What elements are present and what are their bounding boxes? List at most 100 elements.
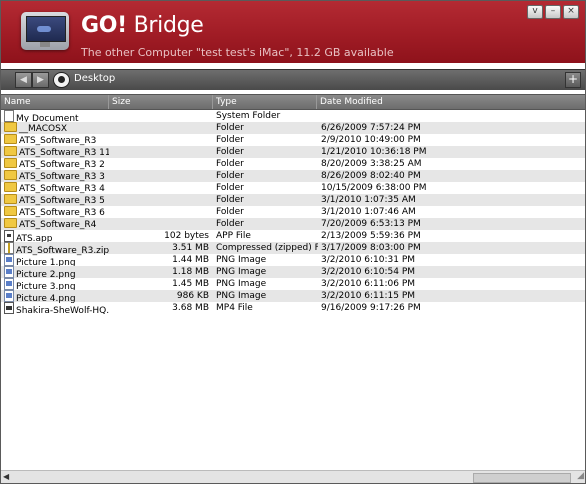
file-type: Folder bbox=[216, 207, 244, 217]
file-date: 3/2/2010 6:10:54 PM bbox=[321, 267, 416, 277]
go-bridge-window: GO! Bridge The other Computer "test test… bbox=[0, 0, 586, 484]
file-date: 3/2/2010 6:11:15 PM bbox=[321, 291, 416, 301]
file-date: 2/13/2009 5:59:36 PM bbox=[321, 231, 421, 241]
file-date: 1/21/2010 10:36:18 PM bbox=[321, 147, 427, 157]
file-row[interactable]: ATS_Software_R3 6 Folder 3/1/2010 1:07:46 … bbox=[1, 206, 585, 218]
file-type: MP4 File bbox=[216, 303, 253, 313]
file-name: Shakira-SheWolf-HQ.r bbox=[4, 302, 109, 317]
folder-icon bbox=[4, 218, 17, 228]
file-size: 1.18 MB bbox=[172, 267, 209, 277]
file-type: Folder bbox=[216, 147, 244, 157]
back-button[interactable]: ◀ bbox=[15, 72, 32, 88]
file-date: 2/9/2010 10:49:00 PM bbox=[321, 135, 421, 145]
file-type: PNG Image bbox=[216, 255, 267, 265]
file-row[interactable]: ATS_Software_R3.zip 3.51 MB Compressed (zi… bbox=[1, 242, 585, 256]
file-type: PNG Image bbox=[216, 279, 267, 289]
minimize-button[interactable]: – bbox=[545, 5, 561, 19]
add-button[interactable]: + bbox=[565, 72, 581, 88]
image-icon bbox=[4, 290, 14, 302]
column-type[interactable]: Type bbox=[213, 95, 317, 109]
file-row[interactable]: ATS_Software_R3 3 Folder 8/26/2009 8:02:40… bbox=[1, 170, 585, 182]
forward-button[interactable]: ▶ bbox=[32, 72, 49, 88]
image-icon bbox=[4, 254, 14, 266]
folder-icon bbox=[4, 122, 17, 132]
file-row[interactable]: ATS_Software_R3 2 Folder 8/20/2009 3:38:25… bbox=[1, 158, 585, 170]
app-icon bbox=[4, 230, 14, 242]
column-name[interactable]: Name bbox=[1, 95, 109, 109]
file-date: 3/17/2009 8:03:00 PM bbox=[321, 243, 421, 253]
file-row[interactable]: __MACOSX Folder 6/26/2009 7:57:24 PM bbox=[1, 122, 585, 134]
file-type: Folder bbox=[216, 183, 244, 193]
window-controls: v – × bbox=[527, 5, 579, 19]
folder-icon bbox=[4, 182, 17, 192]
file-size: 102 bytes bbox=[164, 231, 209, 241]
computer-icon bbox=[21, 12, 69, 50]
file-type: PNG Image bbox=[216, 291, 267, 301]
file-date: 9/16/2009 9:17:26 PM bbox=[321, 303, 421, 313]
path-location: Desktop bbox=[74, 73, 116, 84]
view-icon[interactable] bbox=[53, 72, 70, 88]
scroll-thumb[interactable] bbox=[473, 473, 571, 483]
horizontal-scrollbar[interactable]: ◀ ◢ bbox=[1, 470, 585, 483]
file-type: Folder bbox=[216, 171, 244, 181]
file-date: 3/1/2010 1:07:46 AM bbox=[321, 207, 416, 217]
column-header: Name Size Type Date Modified bbox=[1, 94, 585, 110]
file-row[interactable]: ATS_Software_R3 11 Folder 1/21/2010 10:36:… bbox=[1, 146, 585, 158]
file-row[interactable]: ATS_Software_R3 5 Folder 3/1/2010 1:07:35 … bbox=[1, 194, 585, 206]
file-date: 6/26/2009 7:57:24 PM bbox=[321, 123, 421, 133]
file-type: Folder bbox=[216, 195, 244, 205]
file-type: Folder bbox=[216, 123, 244, 133]
file-row[interactable]: Shakira-SheWolf-HQ.r 3.68 MB MP4 File 9/16/… bbox=[1, 302, 585, 317]
file-type: Folder bbox=[216, 219, 244, 229]
file-size: 3.51 MB bbox=[172, 243, 209, 253]
image-icon bbox=[4, 278, 14, 290]
file-type: Folder bbox=[216, 135, 244, 145]
close-button[interactable]: × bbox=[563, 5, 579, 19]
file-size: 1.44 MB bbox=[172, 255, 209, 265]
resize-grip-icon[interactable]: ◢ bbox=[577, 471, 584, 481]
file-size: 986 KB bbox=[176, 291, 209, 301]
toolbar: ◀ ▶ Desktop + bbox=[1, 69, 585, 90]
file-date: 7/20/2009 6:53:13 PM bbox=[321, 219, 421, 229]
file-size: 3.68 MB bbox=[172, 303, 209, 313]
column-size[interactable]: Size bbox=[109, 95, 213, 109]
file-row[interactable]: ATS_Software_R3 4 Folder 10/15/2009 6:38:0… bbox=[1, 182, 585, 194]
video-icon bbox=[4, 302, 14, 314]
file-type: System Folder bbox=[216, 111, 281, 121]
folder-icon bbox=[4, 194, 17, 204]
computer-info: The other Computer "test test's iMac", 1… bbox=[81, 46, 394, 59]
file-row[interactable]: Picture 1.png 1.44 MB PNG Image 3/2/2010 6:… bbox=[1, 254, 585, 268]
doc-icon bbox=[4, 110, 14, 122]
file-type: Folder bbox=[216, 159, 244, 169]
file-date: 3/2/2010 6:11:06 PM bbox=[321, 279, 416, 289]
file-date: 3/2/2010 6:10:31 PM bbox=[321, 255, 416, 265]
file-row[interactable]: Picture 3.png 1.45 MB PNG Image 3/2/2010 6:… bbox=[1, 278, 585, 292]
file-type: APP File bbox=[216, 231, 251, 241]
file-type: PNG Image bbox=[216, 267, 267, 277]
file-row[interactable]: ATS_Software_R4 Folder 7/20/2009 6:53:13 P… bbox=[1, 218, 585, 230]
file-row[interactable]: ATS.app 102 bytes APP File 2/13/2009 5:59:3… bbox=[1, 230, 585, 244]
file-row[interactable]: My Document System Folder bbox=[1, 110, 585, 124]
folder-icon bbox=[4, 170, 17, 180]
file-date: 8/20/2009 3:38:25 AM bbox=[321, 159, 422, 169]
app-title: GO! Bridge bbox=[81, 13, 204, 38]
file-date: 10/15/2009 6:38:00 PM bbox=[321, 183, 427, 193]
image-icon bbox=[4, 266, 14, 278]
file-size: 1.45 MB bbox=[172, 279, 209, 289]
file-row[interactable]: Picture 2.png 1.18 MB PNG Image 3/2/2010 6:… bbox=[1, 266, 585, 280]
dropdown-button[interactable]: v bbox=[527, 5, 543, 19]
file-row[interactable]: ATS_Software_R3 Folder 2/9/2010 10:49:00 P… bbox=[1, 134, 585, 146]
folder-icon bbox=[4, 134, 17, 144]
folder-icon bbox=[4, 146, 17, 156]
file-date: 3/1/2010 1:07:35 AM bbox=[321, 195, 416, 205]
folder-icon bbox=[4, 158, 17, 168]
folder-icon bbox=[4, 206, 17, 216]
column-date[interactable]: Date Modified bbox=[317, 95, 585, 109]
scroll-left-icon[interactable]: ◀ bbox=[3, 472, 9, 481]
title-bar: GO! Bridge The other Computer "test test… bbox=[1, 1, 585, 63]
zip-icon bbox=[4, 242, 14, 254]
file-type: Compressed (zipped) Fold bbox=[216, 243, 318, 253]
file-row[interactable]: Picture 4.png 986 KB PNG Image 3/2/2010 6:1… bbox=[1, 290, 585, 304]
file-list: My Document System Folder __MACOSX Folder 6/… bbox=[1, 110, 585, 317]
file-date: 8/26/2009 8:02:40 PM bbox=[321, 171, 421, 181]
